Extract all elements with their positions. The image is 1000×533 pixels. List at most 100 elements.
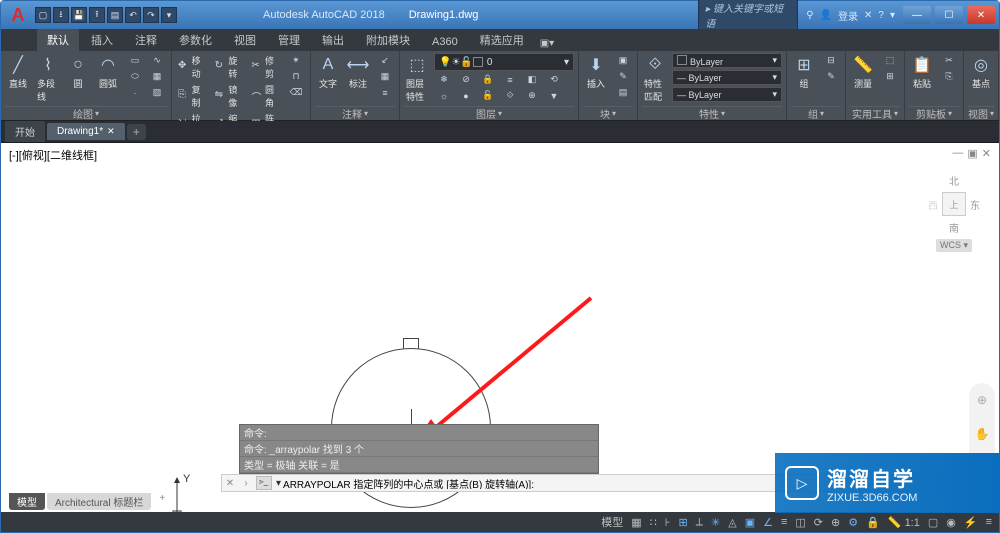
explode-icon[interactable]: ✴ (286, 53, 306, 68)
layer-properties-button[interactable]: ⬚图层特性 (404, 53, 430, 104)
line-button[interactable]: ╱直线 (5, 53, 31, 91)
hardware-icon[interactable]: ⚡ (961, 515, 981, 530)
annoscale-icon[interactable]: 🔒 (863, 515, 883, 530)
cycling-icon[interactable]: ⟳ (811, 515, 826, 530)
qat-save-icon[interactable]: 💾 (71, 7, 87, 23)
layer-walk-icon[interactable]: ⟐ (500, 88, 520, 103)
infocenter-icon[interactable]: ⚲ (806, 10, 813, 21)
lwt-icon[interactable]: ≡ (778, 515, 790, 529)
minimize-button[interactable]: — (903, 6, 931, 24)
erase-icon[interactable]: ⌫ (286, 85, 306, 100)
drawing-tab[interactable]: Drawing1*✕ (47, 123, 125, 140)
qat-plot-icon[interactable]: ▤ (107, 7, 123, 23)
viewport-label[interactable]: [-][俯视][二维线框] (9, 147, 97, 163)
scale-icon[interactable]: 📏 1:1 (885, 515, 923, 530)
layer-on-icon[interactable]: ● (456, 88, 476, 103)
tab-annotate[interactable]: 注释 (125, 29, 167, 51)
layer-off-icon[interactable]: ⊘ (456, 72, 476, 87)
layout1-tab[interactable]: Architectural 标题栏 (47, 493, 151, 510)
wcs-badge[interactable]: WCS ▾ (936, 239, 972, 252)
qat-dropdown-icon[interactable]: ▾ (161, 7, 177, 23)
layer-match-icon[interactable]: ≡ (500, 72, 520, 87)
cmd-close-icon[interactable]: ✕ (222, 478, 238, 489)
layer-thaw-icon[interactable]: ☼ (434, 88, 454, 103)
osnap-icon[interactable]: ▣ (742, 515, 758, 530)
model-tab[interactable]: 模型 (9, 493, 45, 510)
tab-insert[interactable]: 插入 (81, 29, 123, 51)
layer-combo[interactable]: 💡 ☀ 🔓 0 ▾ (434, 53, 574, 71)
dim-button[interactable]: ⟷标注 (345, 53, 371, 91)
layer-state-icon[interactable]: ▼ (544, 88, 564, 103)
isolate-icon[interactable]: ◉ (943, 515, 959, 530)
app-logo[interactable]: A (7, 4, 29, 26)
help-dropdown-icon[interactable]: ▾ (890, 10, 895, 21)
annomonitor-icon[interactable]: ⊕ (828, 515, 843, 530)
fillet-button[interactable]: ⌒圆角 (249, 82, 282, 110)
match-properties-button[interactable]: ⟐特性匹配 (642, 53, 668, 104)
qat-saveas-icon[interactable]: ⭱ (89, 7, 105, 23)
polyline-button[interactable]: ⌇多段线 (35, 53, 61, 104)
arc-button[interactable]: ◠圆弧 (95, 53, 121, 91)
dyninput-icon[interactable]: ⊞ (675, 515, 690, 530)
basepoint-button[interactable]: ◎基点 (968, 53, 994, 91)
cut-icon[interactable]: ✂ (939, 53, 959, 68)
add-layout-button[interactable]: + (153, 493, 171, 510)
rotate-button[interactable]: ↻旋转 (213, 53, 246, 81)
layer-prev-icon[interactable]: ⟲ (544, 72, 564, 87)
rect-icon[interactable]: ▭ (125, 53, 145, 68)
grid-icon[interactable]: ▦ (628, 515, 644, 530)
exchange-icon[interactable]: ✕ (864, 10, 872, 21)
point-icon[interactable]: · (125, 85, 145, 100)
paste-button[interactable]: 📋粘贴 (909, 53, 935, 91)
circle-button[interactable]: ○圆 (65, 53, 91, 91)
ellipse-icon[interactable]: ⬭ (125, 69, 145, 84)
group-edit-icon[interactable]: ✎ (821, 69, 841, 84)
qat-new-icon[interactable]: ▢ (35, 7, 51, 23)
maximize-button[interactable]: ☐ (935, 6, 963, 24)
pan-icon[interactable]: ✋ (975, 427, 990, 441)
attr-block-icon[interactable]: ▤ (613, 85, 633, 100)
region-icon[interactable]: ▨ (147, 85, 167, 100)
fullnav-icon[interactable]: ⊕ (977, 393, 987, 407)
tab-a360[interactable]: A360 (422, 33, 468, 51)
close-icon[interactable]: ✕ (107, 126, 115, 137)
select-icon[interactable]: ⬚ (880, 53, 900, 68)
minimize-viewport-icon[interactable]: — (952, 147, 963, 160)
close-button[interactable]: ✕ (967, 6, 995, 24)
customize-icon[interactable]: ≡ (983, 515, 995, 529)
ungroup-icon[interactable]: ⊟ (821, 53, 841, 68)
viewcube-face[interactable]: 上 (942, 192, 966, 216)
snap-icon[interactable]: ∷ (647, 515, 660, 530)
viewcube[interactable]: 北 西 上 东 南 WCS ▾ (923, 173, 985, 252)
group-button[interactable]: ⊞组 (791, 53, 817, 91)
hatch-icon[interactable]: ▦ (147, 69, 167, 84)
tab-view[interactable]: 视图 (224, 29, 266, 51)
qat-redo-icon[interactable]: ↷ (143, 7, 159, 23)
copy-clip-icon[interactable]: ⎘ (939, 69, 959, 84)
edit-block-icon[interactable]: ✎ (613, 69, 633, 84)
mtext-icon[interactable]: ≡ (375, 85, 395, 100)
tab-output[interactable]: 输出 (312, 29, 354, 51)
tab-extra-icon[interactable]: ▣▾ (536, 36, 558, 51)
layer-lock-icon[interactable]: 🔒 (478, 72, 498, 87)
help-icon[interactable]: ? (878, 10, 884, 21)
move-button[interactable]: ✥移动 (176, 53, 209, 81)
close-viewport-icon[interactable]: ✕ (982, 147, 991, 160)
qat-open-icon[interactable]: ⭳ (53, 7, 69, 23)
workspace-icon[interactable]: ⚙ (845, 515, 861, 530)
spline-icon[interactable]: ∿ (147, 53, 167, 68)
layer-iso-icon[interactable]: ◧ (522, 72, 542, 87)
model-space-button[interactable]: 模型 (598, 513, 626, 531)
offset-icon[interactable]: ⊓ (286, 69, 306, 84)
qat-undo-icon[interactable]: ↶ (125, 7, 141, 23)
linetype-combo[interactable]: — ByLayer▾ (672, 87, 782, 102)
otrack-icon[interactable]: ∠ (760, 515, 776, 530)
mirror-button[interactable]: ⇋镜像 (213, 82, 246, 110)
iso-icon[interactable]: ◬ (725, 515, 739, 530)
add-tab-button[interactable]: + (127, 124, 146, 140)
trim-button[interactable]: ✂修剪 (249, 53, 282, 81)
tab-manage[interactable]: 管理 (268, 29, 310, 51)
layer-merge-icon[interactable]: ⊕ (522, 88, 542, 103)
tab-parametric[interactable]: 参数化 (169, 29, 222, 51)
table-icon[interactable]: ▦ (375, 69, 395, 84)
